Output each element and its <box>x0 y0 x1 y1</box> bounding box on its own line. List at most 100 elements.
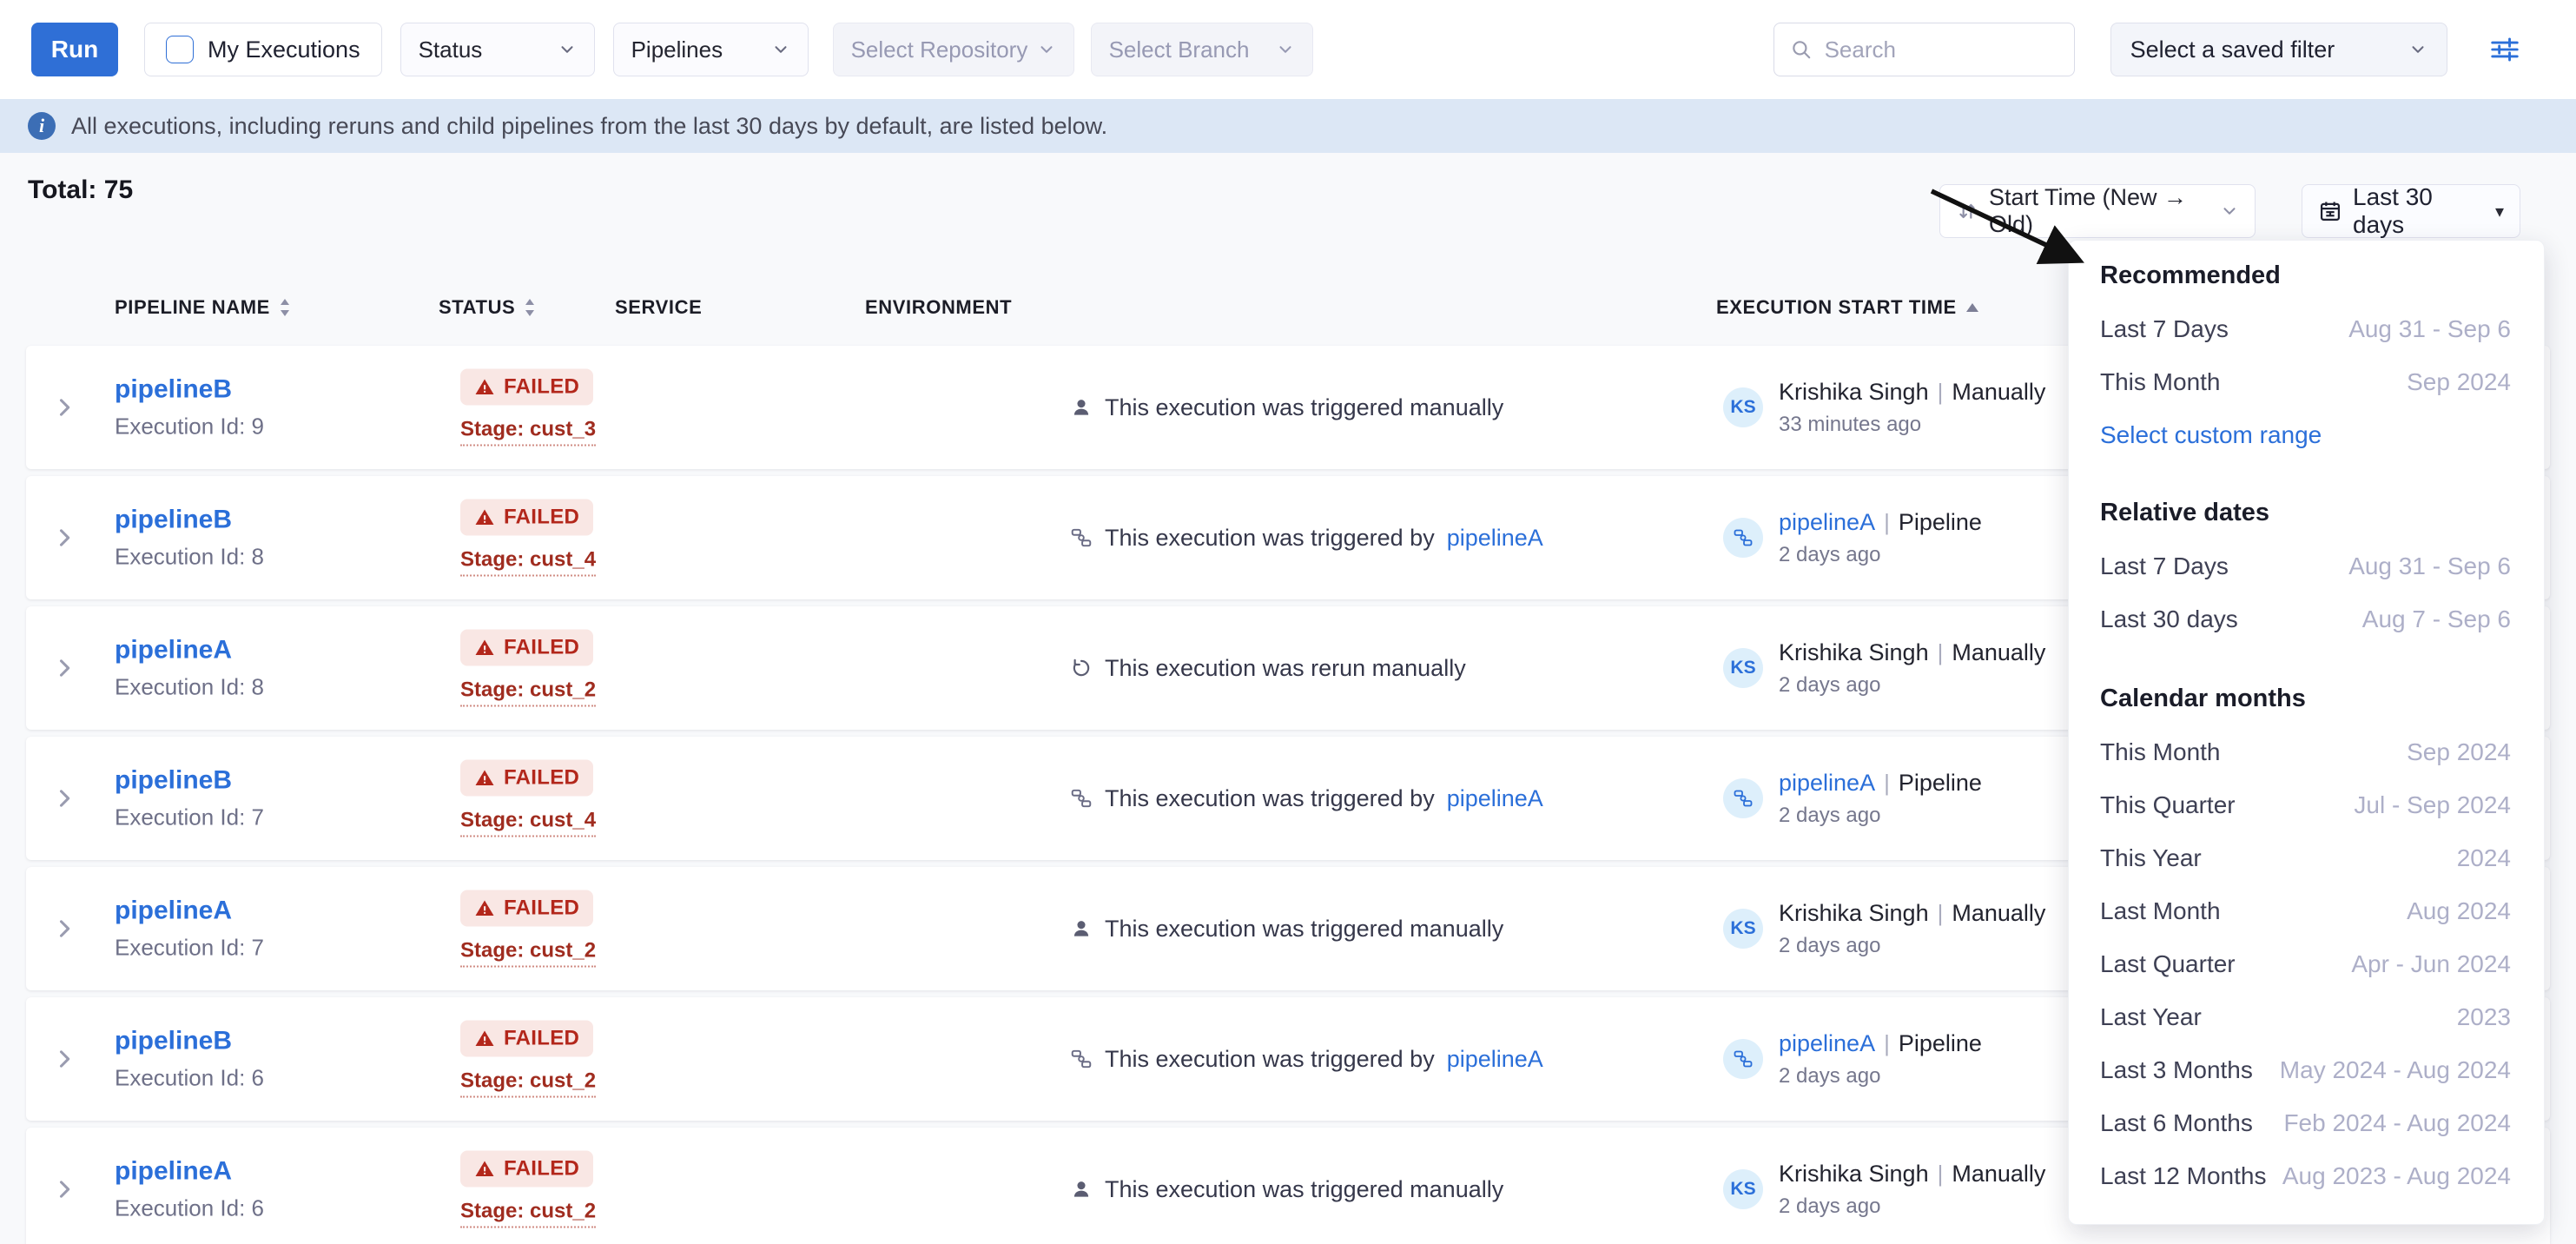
person-icon <box>1070 1178 1093 1201</box>
menu-item-label: Last 3 Months <box>2100 1056 2253 1084</box>
column-header-pipeline-name[interactable]: PIPELINE NAME <box>115 292 291 323</box>
select-repository-dropdown[interactable]: Select Repository <box>833 23 1074 76</box>
column-header-label: PIPELINE NAME <box>115 296 270 319</box>
menu-item-range: Aug 7 - Sep 6 <box>2362 605 2511 633</box>
pipeline-name-link[interactable]: pipelineB <box>115 1027 264 1056</box>
menu-item[interactable]: This Month Sep 2024 <box>2100 725 2511 778</box>
expand-chevron-icon[interactable] <box>52 1047 76 1071</box>
expand-chevron-icon[interactable] <box>52 1177 76 1201</box>
menu-item-range: Sep 2024 <box>2407 368 2511 396</box>
expand-chevron-icon[interactable] <box>52 916 76 941</box>
execution-id: Execution Id: 8 <box>115 674 264 701</box>
menu-item-range: 2024 <box>2457 844 2511 872</box>
column-header-status[interactable]: STATUS <box>439 292 536 323</box>
sort-both-icon <box>279 297 291 318</box>
select-branch-label: Select Branch <box>1109 36 1250 63</box>
starter-cell: pipelineA | Pipeline 2 days ago <box>1723 737 1982 860</box>
failed-stage-link[interactable]: Stage: cust_2 <box>460 1200 596 1228</box>
filter-sliders-icon[interactable] <box>2484 29 2526 70</box>
search-icon <box>1790 38 1813 61</box>
rerun-icon <box>1070 657 1093 679</box>
select-repository-label: Select Repository <box>851 36 1028 63</box>
pipeline-name-link[interactable]: pipelineA <box>115 1157 264 1187</box>
menu-item[interactable]: Last Year 2023 <box>2100 990 2511 1043</box>
expand-chevron-icon[interactable] <box>52 395 76 420</box>
trigger-pipeline-link[interactable]: pipelineA <box>1447 785 1543 812</box>
select-custom-range-link[interactable]: Select custom range <box>2100 408 2511 461</box>
my-executions-checkbox[interactable] <box>166 36 194 63</box>
started-time: 2 days ago <box>1779 1064 1982 1088</box>
menu-item-label: Last Quarter <box>2100 950 2236 978</box>
pipeline-name-cell: pipelineA Execution Id: 7 <box>115 897 264 962</box>
starter-name: Krishika Singh <box>1779 639 1929 666</box>
trigger-cell: This execution was triggered by pipeline… <box>1070 476 1543 599</box>
trigger-type: Pipeline <box>1899 1030 1982 1057</box>
pipeline-name-link[interactable]: pipelineB <box>115 375 264 405</box>
executions-page: Run My Executions Status Pipelines Selec… <box>0 0 2576 1244</box>
menu-item[interactable]: Last 12 Months Aug 2023 - Aug 2024 <box>2100 1149 2511 1202</box>
search-input[interactable] <box>1823 36 2035 64</box>
my-executions-toggle[interactable]: My Executions <box>144 23 382 76</box>
menu-section-title: Calendar months <box>2100 672 2511 725</box>
saved-filter-dropdown[interactable]: Select a saved filter <box>2110 23 2447 76</box>
execution-id: Execution Id: 9 <box>115 414 264 440</box>
trigger-type: Manually <box>1952 379 2045 406</box>
status-badge: FAILED <box>460 630 593 666</box>
pipeline-name-link[interactable]: pipelineA <box>115 897 264 926</box>
pipeline-name-link[interactable]: pipelineA <box>115 636 264 665</box>
status-dropdown[interactable]: Status <box>400 23 595 76</box>
column-header-execution-start-time[interactable]: EXECUTION START TIME <box>1716 292 1979 323</box>
failed-stage-link[interactable]: Stage: cust_2 <box>460 1069 596 1098</box>
person-icon <box>1070 396 1093 419</box>
select-branch-dropdown[interactable]: Select Branch <box>1091 23 1313 76</box>
trigger-pipeline-link[interactable]: pipelineA <box>1447 525 1543 552</box>
pipelines-dropdown[interactable]: Pipelines <box>613 23 809 76</box>
failed-stage-link[interactable]: Stage: cust_2 <box>460 678 596 707</box>
pipeline-name-cell: pipelineA Execution Id: 8 <box>115 636 264 701</box>
pipeline-name-link[interactable]: pipelineB <box>115 766 264 796</box>
sort-both-icon <box>524 297 536 318</box>
menu-item-range: Sep 2024 <box>2407 738 2511 766</box>
menu-item[interactable]: Last Quarter Apr - Jun 2024 <box>2100 937 2511 990</box>
expand-chevron-icon[interactable] <box>52 526 76 550</box>
failed-stage-link[interactable]: Stage: cust_2 <box>460 939 596 968</box>
column-header-service: SERVICE <box>615 292 702 323</box>
starter-name: Krishika Singh <box>1779 379 1929 406</box>
menu-item[interactable]: Last 30 days Aug 7 - Sep 6 <box>2100 592 2511 645</box>
trigger-type: Pipeline <box>1899 509 1982 536</box>
trigger-cell: This execution was triggered manually <box>1070 346 1503 469</box>
status-cell: FAILED Stage: cust_2 <box>460 1021 596 1098</box>
menu-item[interactable]: This Month Sep 2024 <box>2100 355 2511 408</box>
starter-pipeline-link[interactable]: pipelineA <box>1779 1030 1875 1057</box>
menu-item[interactable]: Last Month Aug 2024 <box>2100 884 2511 937</box>
trigger-pipeline-link[interactable]: pipelineA <box>1447 1046 1543 1073</box>
column-header-label: STATUS <box>439 296 515 319</box>
starter-pipeline-link[interactable]: pipelineA <box>1779 509 1875 536</box>
menu-item[interactable]: Last 3 Months May 2024 - Aug 2024 <box>2100 1043 2511 1096</box>
avatar-initials: KS <box>1723 648 1763 688</box>
trigger-cell: This execution was rerun manually <box>1070 606 1466 730</box>
menu-item[interactable]: Last 7 Days Aug 31 - Sep 6 <box>2100 302 2511 355</box>
run-button[interactable]: Run <box>31 23 118 76</box>
chevron-down-icon <box>1276 40 1295 59</box>
failed-stage-link[interactable]: Stage: cust_3 <box>460 418 596 447</box>
menu-item[interactable]: This Quarter Jul - Sep 2024 <box>2100 778 2511 831</box>
starter-pipeline-link[interactable]: pipelineA <box>1779 770 1875 797</box>
pipeline-name-link[interactable]: pipelineB <box>115 506 264 535</box>
calendar-icon <box>2318 199 2342 223</box>
pipelines-dropdown-label: Pipelines <box>631 36 723 63</box>
triangle-up-icon <box>1965 302 1979 313</box>
caret-down-icon: ▾ <box>2495 201 2504 222</box>
menu-item[interactable]: Last 6 Months Feb 2024 - Aug 2024 <box>2100 1096 2511 1149</box>
starter-name: Krishika Singh <box>1779 900 1929 927</box>
menu-item-range: Aug 31 - Sep 6 <box>2348 315 2511 343</box>
menu-item[interactable]: This Year 2024 <box>2100 831 2511 884</box>
expand-chevron-icon[interactable] <box>52 786 76 811</box>
status-label: FAILED <box>504 506 579 530</box>
date-range-dropdown[interactable]: Last 30 days ▾ <box>2302 184 2520 238</box>
expand-chevron-icon[interactable] <box>52 656 76 680</box>
failed-stage-link[interactable]: Stage: cust_4 <box>460 548 596 577</box>
failed-stage-link[interactable]: Stage: cust_4 <box>460 809 596 837</box>
sort-order-dropdown[interactable]: Start Time (New → Old) <box>1939 184 2256 238</box>
menu-item[interactable]: Last 7 Days Aug 31 - Sep 6 <box>2100 539 2511 592</box>
